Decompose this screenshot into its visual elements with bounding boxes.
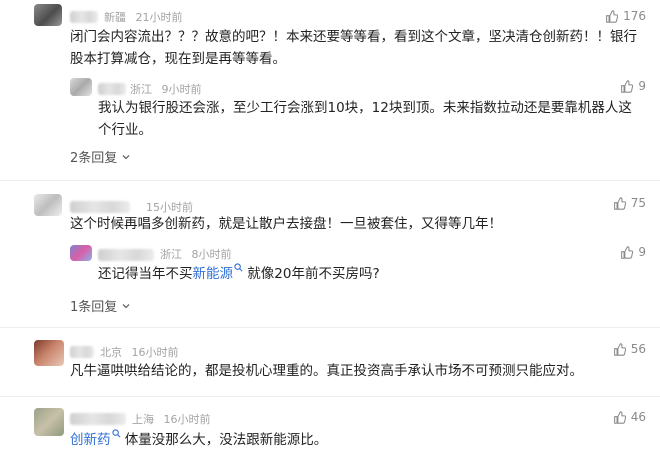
timestamp: 9小时前 xyxy=(161,83,202,96)
timestamp: 21小时前 xyxy=(135,11,183,24)
comment-text: 闭门会内容流出？？？故意的吧？！本来还要等等看，看到这个文章，坚决清仓创新药！！… xyxy=(70,29,637,67)
location: 浙江 xyxy=(130,83,152,96)
like-button[interactable]: 46 xyxy=(613,410,646,424)
keyword-link[interactable]: 新能源 xyxy=(193,266,234,282)
avatar[interactable] xyxy=(34,340,64,366)
reply-text: 我认为银行股还会涨，至少工行会涨到10块，12块到顶。未来指数拉动还是要靠机器人… xyxy=(98,100,632,138)
timestamp: 16小时前 xyxy=(163,413,211,426)
location: 新疆 xyxy=(104,11,126,24)
keyword-link[interactable]: 创新药 xyxy=(70,432,111,448)
thumbs-up-icon xyxy=(621,79,634,93)
like-count: 75 xyxy=(630,196,646,210)
chevron-down-icon xyxy=(122,303,130,308)
username[interactable] xyxy=(70,346,94,358)
chevron-down-icon xyxy=(122,154,130,159)
timestamp: 8小时前 xyxy=(191,248,232,261)
username[interactable] xyxy=(70,11,98,23)
reply-meta: 浙江 9小时前 xyxy=(130,81,202,97)
like-count: 56 xyxy=(630,342,646,356)
reply-text-before: 还记得当年不买 xyxy=(98,266,193,282)
location: 上海 xyxy=(132,413,154,426)
search-icon[interactable] xyxy=(234,263,243,272)
comment-text-after: 体量没那么大，没法跟新能源比。 xyxy=(124,432,328,448)
location: 北京 xyxy=(100,346,122,359)
comment-meta: 上海 16小时前 xyxy=(132,411,211,427)
like-button[interactable]: 176 xyxy=(605,9,646,23)
like-count: 9 xyxy=(638,245,646,259)
avatar[interactable] xyxy=(70,245,92,261)
thumbs-up-icon xyxy=(621,245,634,259)
avatar[interactable] xyxy=(70,78,92,96)
avatar[interactable] xyxy=(34,408,64,436)
divider xyxy=(0,327,660,328)
reply-meta: 浙江 8小时前 xyxy=(160,246,232,262)
like-count: 46 xyxy=(630,410,646,424)
expand-replies-label: 1条回复 xyxy=(70,300,118,315)
reply-text-after: 就像20年前不买房吗? xyxy=(247,266,380,282)
expand-replies-label: 2条回复 xyxy=(70,151,118,166)
thumbs-up-icon xyxy=(613,342,626,356)
divider xyxy=(0,180,660,181)
comment-meta: 新疆 21小时前 xyxy=(104,9,183,25)
divider xyxy=(0,396,660,397)
comment-text: 凡牛逼哄哄给结论的，都是投机心理重的。真正投资高手承认市场不可预测只能应对。 xyxy=(70,363,583,379)
like-button[interactable]: 9 xyxy=(620,245,646,259)
username[interactable] xyxy=(70,201,130,213)
like-button[interactable]: 56 xyxy=(613,342,646,356)
expand-replies-button[interactable]: 2条回复 xyxy=(70,147,131,166)
username[interactable] xyxy=(98,249,154,261)
like-button[interactable]: 75 xyxy=(613,196,646,210)
like-count: 176 xyxy=(623,9,646,23)
expand-replies-button[interactable]: 1条回复 xyxy=(70,296,131,315)
avatar[interactable] xyxy=(34,4,62,26)
username[interactable] xyxy=(98,83,126,95)
username[interactable] xyxy=(70,413,126,425)
like-button[interactable]: 9 xyxy=(620,79,646,93)
search-icon[interactable] xyxy=(111,429,121,438)
location: 浙江 xyxy=(160,248,182,261)
like-count: 9 xyxy=(638,79,646,93)
thumbs-up-icon xyxy=(613,410,626,424)
comment-text: 创新药 体量没那么大，没法跟新能源比。 xyxy=(70,429,640,451)
avatar[interactable] xyxy=(34,194,62,216)
thumbs-up-icon xyxy=(613,196,626,210)
timestamp: 16小时前 xyxy=(131,346,179,359)
thumbs-up-icon xyxy=(606,9,619,23)
reply-text: 还记得当年不买新能源 就像20年前不买房吗? xyxy=(98,263,642,285)
comment-meta: 北京 16小时前 xyxy=(100,344,179,360)
comment-text: 这个时候再唱多创新药，就是让散户去接盘！一旦被套住，又得等几年！ xyxy=(70,216,502,232)
